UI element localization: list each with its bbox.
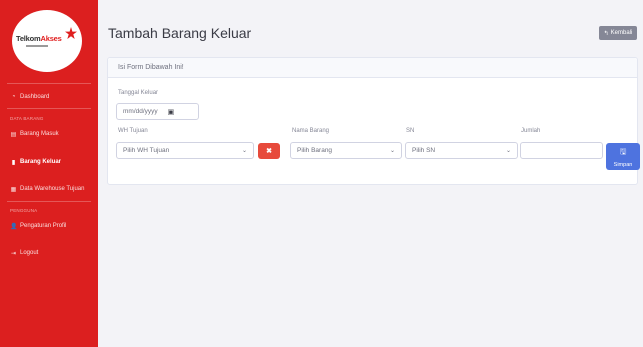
- sidebar-item-label: Logout: [20, 250, 39, 256]
- wh-tujuan-label: WH Tujuan: [118, 128, 148, 134]
- sidebar-item-label: Dashboard: [20, 94, 50, 100]
- sn-label: SN: [406, 128, 415, 134]
- sn-select[interactable]: Pilih SN ⌄: [405, 142, 518, 159]
- logo-text: TelkomAkses: [16, 34, 62, 43]
- chevron-down-icon: ⌄: [241, 148, 247, 154]
- tachometer-icon: ◔: [11, 94, 16, 100]
- clear-wh-button[interactable]: ✖: [258, 143, 280, 159]
- tanggal-keluar-input[interactable]: mm/dd/yyyy ▣: [116, 103, 199, 120]
- logo-tagline: [26, 45, 48, 47]
- jumlah-label: Jumlah: [521, 128, 541, 134]
- sidebar-divider: [7, 108, 91, 109]
- wh-tujuan-select[interactable]: Pilih WH Tujuan ⌄: [116, 142, 254, 159]
- back-button-label: Kembali: [610, 30, 633, 36]
- back-button[interactable]: ↰ Kembali: [599, 26, 637, 40]
- sidebar-item-label: Barang Keluar: [20, 159, 62, 165]
- chevron-down-icon: ⌄: [505, 148, 511, 154]
- chevron-down-icon: ⌄: [389, 148, 395, 154]
- sidebar-item-barang-keluar[interactable]: ▮ Barang Keluar: [10, 155, 61, 169]
- table-icon: ▦: [10, 186, 17, 193]
- form-card: Isi Form Dibawah Ini!: [107, 57, 638, 185]
- save-icon: 🖫: [619, 146, 627, 156]
- sidebar-heading-pengguna: PENGGUNA: [10, 208, 38, 213]
- sidebar-divider: [7, 83, 91, 84]
- brand-logo[interactable]: TelkomAkses: [12, 10, 82, 72]
- sidebar-item-dashboard[interactable]: ◔ Dashboard: [10, 90, 50, 104]
- reply-icon: ↰: [603, 30, 609, 37]
- logout-icon: ⇥: [10, 250, 17, 257]
- wh-tujuan-value: Pilih WH Tujuan: [123, 147, 170, 154]
- clipboard-icon: ▤: [10, 131, 17, 138]
- sidebar-item-label: Data Warehouse Tujuan: [20, 186, 85, 192]
- sidebar-item-label: Barang Masuk: [20, 131, 59, 137]
- nama-barang-select[interactable]: Pilih Barang ⌄: [290, 142, 402, 159]
- jumlah-input[interactable]: [520, 142, 603, 159]
- sidebar-item-label: Pengaturan Profil: [20, 223, 67, 229]
- save-button-label: Simpan: [613, 161, 633, 168]
- logo-mark-icon: [65, 27, 77, 39]
- calendar-icon[interactable]: ▣: [168, 108, 175, 116]
- file-icon: ▮: [11, 159, 16, 166]
- card-title: Isi Form Dibawah Ini!: [118, 64, 184, 71]
- date-placeholder: mm/dd/yyyy: [123, 108, 158, 115]
- sidebar-divider: [7, 201, 91, 202]
- sidebar-item-data-warehouse-tujuan[interactable]: ▦ Data Warehouse Tujuan: [10, 182, 85, 196]
- save-button[interactable]: 🖫 Simpan: [606, 143, 640, 170]
- page-title: Tambah Barang Keluar: [108, 25, 252, 41]
- sidebar: TelkomAkses ◔ Dashboard DATA BARANG ▤ Ba…: [0, 0, 98, 347]
- user-icon: 👤: [10, 223, 18, 230]
- card-header: Isi Form Dibawah Ini!: [108, 58, 637, 78]
- sidebar-heading-data-barang: DATA BARANG: [10, 116, 44, 121]
- close-icon: ✖: [266, 148, 272, 155]
- sidebar-item-pengaturan-profil[interactable]: 👤 Pengaturan Profil: [10, 219, 66, 233]
- nama-barang-label: Nama Barang: [292, 128, 330, 134]
- sidebar-item-barang-masuk[interactable]: ▤ Barang Masuk: [10, 127, 59, 141]
- nama-barang-value: Pilih Barang: [297, 147, 333, 154]
- sidebar-item-logout[interactable]: ⇥ Logout: [10, 246, 38, 260]
- tanggal-keluar-label: Tanggal Keluar: [118, 90, 159, 96]
- sn-value: Pilih SN: [412, 147, 436, 154]
